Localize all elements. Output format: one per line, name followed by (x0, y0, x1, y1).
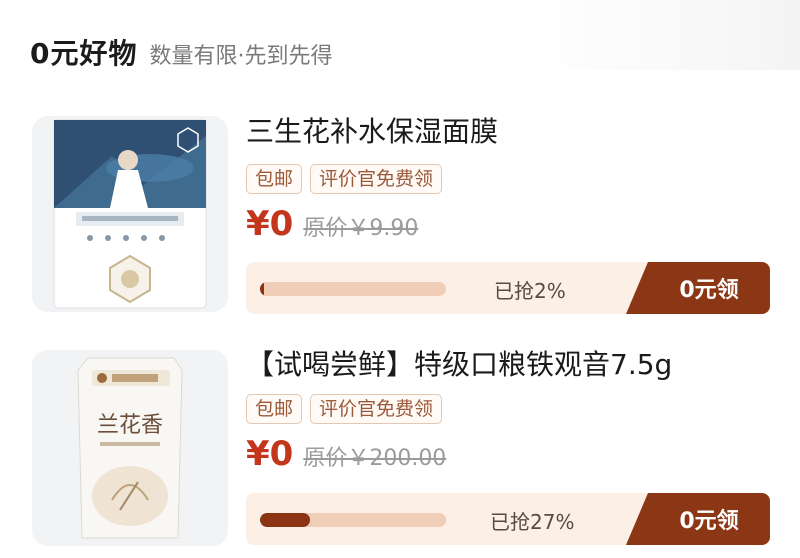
progress-track (260, 282, 446, 296)
price-row: ¥0 原价￥200.00 (246, 434, 446, 474)
price-row: ¥0 原价￥9.90 (246, 204, 418, 244)
free-shipping-tag: 包邮 (246, 394, 303, 424)
section-header: 0元好物 数量有限·先到先得 (30, 32, 332, 72)
claim-button[interactable]: 0元领 (626, 493, 770, 545)
grabbed-percent-text: 已抢2% (494, 279, 566, 303)
product-title[interactable]: 【试喝尝鲜】特级口粮铁观音7.5g (246, 343, 672, 383)
progress-fill (260, 282, 264, 296)
progress-track (260, 513, 446, 527)
grabbed-percent-text: 已抢27% (490, 510, 575, 534)
product-title[interactable]: 三生花补水保湿面膜 (246, 110, 498, 150)
reviewer-free-tag: 评价官免费领 (310, 164, 443, 194)
original-price: 原价￥200.00 (303, 446, 447, 471)
top-right-fade (520, 0, 800, 70)
tag-list: 包邮 评价官免费领 (246, 394, 443, 424)
progress-fill (260, 513, 311, 527)
tea-package-image[interactable]: 兰花香 (32, 350, 228, 546)
current-price: ¥0 (246, 434, 294, 474)
claim-button[interactable]: 0元领 (626, 262, 770, 314)
free-shipping-tag: 包邮 (246, 164, 303, 194)
section-title: 0元好物 (30, 37, 138, 70)
section-subtitle: 数量有限·先到先得 (149, 44, 333, 69)
face-mask-package-image[interactable] (32, 116, 228, 312)
tea-package-text: 兰花香 (97, 413, 163, 438)
grab-progress-panel: 已抢2% 0元领 (246, 262, 770, 314)
current-price: ¥0 (246, 204, 294, 244)
grab-progress-panel: 已抢27% 0元领 (246, 493, 770, 545)
reviewer-free-tag: 评价官免费领 (310, 394, 443, 424)
tag-list: 包邮 评价官免费领 (246, 164, 443, 194)
original-price: 原价￥9.90 (303, 216, 419, 241)
